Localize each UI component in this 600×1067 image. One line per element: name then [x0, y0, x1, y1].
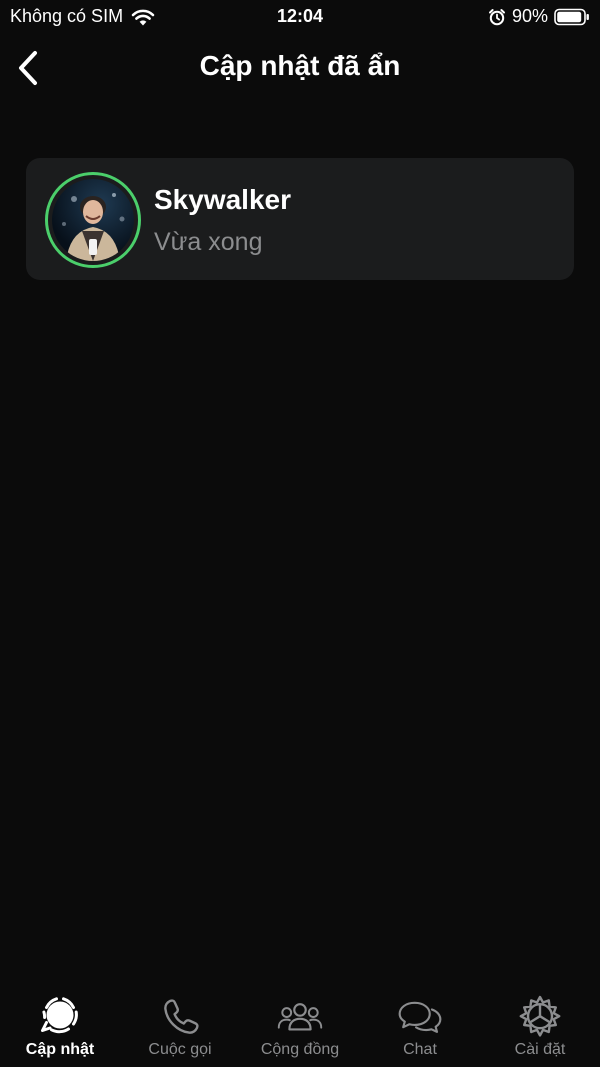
tab-label: Cập nhật: [25, 1041, 95, 1058]
tab-calls[interactable]: Cuộc gọi: [120, 995, 240, 1067]
bottom-tab-bar: Cập nhật Cuộc gọi Cộng đồng Chat Cài đặt: [0, 995, 600, 1067]
page-title: Cập nhật đã ẩn: [199, 50, 401, 81]
status-update-item[interactable]: Skywalker Vừa xong: [26, 158, 574, 280]
avatar-photo: [62, 193, 125, 261]
tab-communities[interactable]: Cộng đồng: [240, 995, 360, 1067]
tab-label: Chat: [403, 1041, 437, 1058]
chat-icon: [398, 1001, 442, 1033]
alarm-icon: [488, 8, 505, 25]
tab-chats[interactable]: Chat: [360, 995, 480, 1067]
contact-name: Skywalker: [154, 184, 291, 215]
community-icon: [277, 1003, 323, 1031]
avatar: [52, 179, 134, 261]
update-timestamp: Vừa xong: [154, 228, 263, 256]
navigation-header: Cập nhật đã ẩn: [0, 40, 600, 96]
battery-icon: [554, 8, 589, 25]
gear-icon: [519, 995, 561, 1037]
status-ring: [45, 172, 141, 268]
tab-updates[interactable]: Cập nhật: [0, 995, 120, 1067]
battery-percentage: 90%: [511, 6, 548, 26]
phone-icon: [164, 999, 199, 1034]
tab-label: Cuộc gọi: [148, 1041, 212, 1058]
status-indicators: 90%: [488, 6, 590, 27]
tab-label: Cài đặt: [514, 1041, 566, 1058]
status-bar: Không có SIM 12:04 90%: [0, 0, 600, 34]
tab-label: Cộng đồng: [260, 1041, 340, 1058]
tab-settings[interactable]: Cài đặt: [480, 995, 600, 1067]
updates-icon: [41, 997, 78, 1034]
